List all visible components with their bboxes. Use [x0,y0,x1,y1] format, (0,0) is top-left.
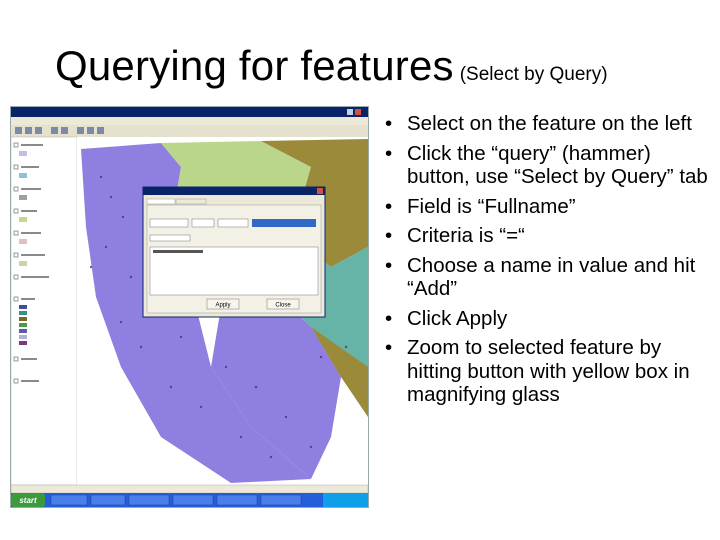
query-expression-text [153,250,203,253]
operators-box [149,234,191,242]
window-title-bar [11,107,368,117]
close-button-label: Close [275,303,291,309]
dialog-title-bar [143,187,325,195]
value-input [217,218,249,228]
start-button-label: start [19,496,37,505]
bullet-item: • Click the “query” (hammer) button, use … [385,141,708,189]
maximize-icon [347,109,353,115]
bullet-item: • Field is “Fullname” [385,194,576,218]
slide-title-sub: (Select by Query) [459,64,608,85]
menu-bar [11,117,368,125]
close-icon [355,109,361,115]
bullet-text: Field is “Fullname” [407,194,576,218]
bullet-item: • Choose a name in value and hit “Add” [385,253,696,301]
bullet-text: Choose a name in value and hit “Add” [407,253,696,301]
arcgis-screenshot: Apply Close start [10,106,369,508]
bullet-item: • Criteria is “=“ [385,224,525,247]
bullet-text: Criteria is “=“ [407,224,525,247]
slide-title-main: Querying for features [55,42,454,89]
bullet-item: • Zoom to selected feature by hitting but… [385,336,690,406]
dialog-tab-select-by-value [146,198,176,205]
bullet-item: • Click Apply [385,306,508,330]
bullet-item: • Select on the feature on the left [385,112,692,135]
dialog-close-icon [317,188,323,194]
dialog-tab-select-by-query [175,198,207,205]
field-dropdown [149,218,189,228]
apply-button-label: Apply [215,303,230,309]
bullet-text: Click Apply [407,306,508,330]
query-expression-box [149,246,319,296]
system-tray [323,493,368,507]
status-bar [11,484,368,494]
screenshot-drawing: Apply Close start [11,107,368,507]
criteria-dropdown [191,218,215,228]
bullet-text: Zoom to selected feature by hitting butt… [407,336,690,406]
bullet-text: Click the “query” (hammer) button, use “… [407,141,708,189]
value-list-selected [252,219,316,227]
bullet-text: Select on the feature on the left [407,112,692,135]
select-by-query-dialog [142,186,326,318]
slide-title: Querying for features (Select by Query) [55,42,608,90]
bullet-list: • Select on the feature on the left • Clic… [385,112,715,413]
